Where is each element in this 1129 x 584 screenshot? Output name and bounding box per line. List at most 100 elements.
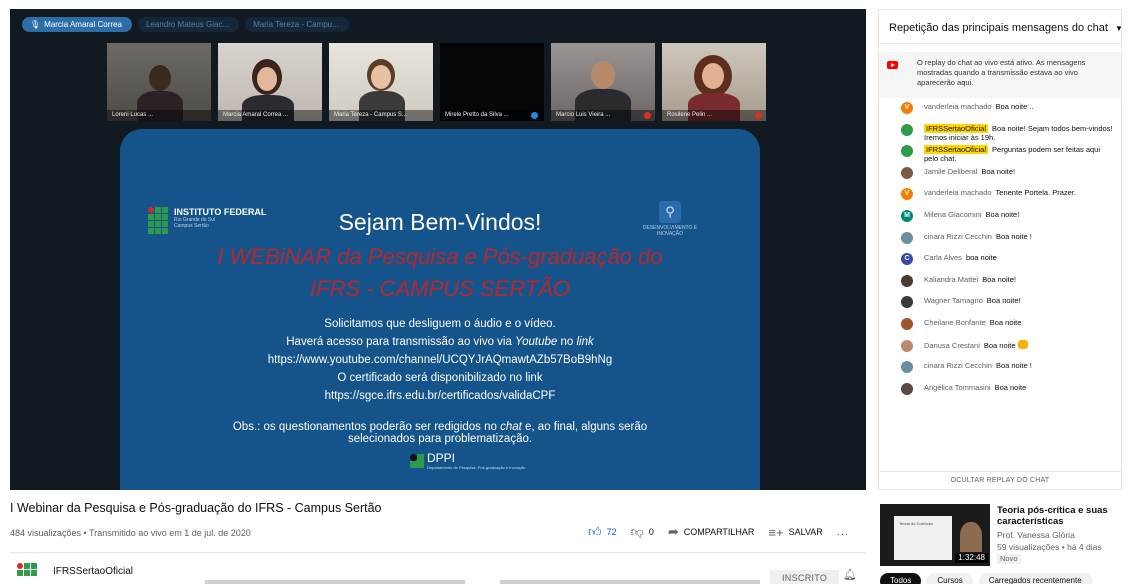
participant-tile[interactable]: Rosilene Pelin ...: [662, 43, 766, 121]
chat-author[interactable]: IFRSSertaoOficial: [924, 145, 989, 155]
participant-chip-label: Leandro Mateus Giac...: [145, 20, 230, 29]
participant-chip[interactable]: Leandro Mateus Giac...: [137, 17, 240, 32]
chat-message: IFRSSertaoOficial Perguntas podem ser fei…: [879, 145, 1121, 167]
chat-message: Cheilane Bonfante Boa noite: [879, 317, 1121, 340]
chat-message: IFRSSertaoOficial Boa noite! Sejam todos …: [879, 123, 1121, 146]
mic-icon: 🎙: [30, 20, 41, 29]
chat-avatar[interactable]: V: [901, 188, 913, 201]
slide-line: O certificado será disponibilizado no li…: [337, 372, 543, 384]
chat-author[interactable]: Milena Giacomini: [924, 210, 982, 219]
chat-avatar[interactable]: [901, 166, 913, 179]
chat-author[interactable]: Danusa Crestani: [924, 341, 980, 350]
participant-chip[interactable]: Maria Tereza - Campu...: [245, 17, 349, 32]
scrollbar-thumb[interactable]: [205, 580, 465, 584]
chat-author[interactable]: vanderleia machado: [924, 102, 992, 111]
save-button[interactable]: ≡+ SALVAR: [768, 525, 822, 540]
video-actions: 👍︎ 72 👎︎ 0 ➦ COMPARTILHAR ≡+ SALVAR ...: [588, 524, 849, 540]
chat-message: Vvanderleia machado Boa noite ..: [879, 102, 1121, 124]
chat-message-text: Boa noite!: [986, 296, 1021, 306]
participant-tile[interactable]: Maria Tereza - Campus S...: [329, 43, 433, 121]
participant-tile[interactable]: Marcio Luis Vieira ...: [551, 43, 655, 121]
chat-avatar[interactable]: [901, 123, 913, 136]
youtube-watch-page: 🎙 Marcia Amaral Correa Leandro Mateus Gi…: [0, 0, 1129, 584]
chat-message: Wagner Tamagno Boa noite!: [879, 296, 1121, 318]
share-arrow-icon: ➦: [667, 524, 679, 539]
chat-avatar[interactable]: C: [901, 253, 913, 266]
scrollbar-thumb[interactable]: [500, 580, 760, 584]
chat-message-text: Tenente Portela. Prazer.: [995, 188, 1077, 198]
divider: [10, 552, 866, 553]
chat-avatar[interactable]: [901, 145, 913, 158]
hide-chat-replay-button[interactable]: OCULTAR REPLAY DO CHAT: [879, 471, 1121, 489]
chat-author[interactable]: Cheilane Bonfante: [924, 318, 986, 327]
chat-author[interactable]: Carla Alves: [924, 253, 962, 262]
chat-message: cinara Rizzi Cecchin Boa noite !: [879, 231, 1121, 254]
chat-message: Vvanderleia machado Tenente Portela. Praz…: [879, 188, 1121, 210]
participant-chip[interactable]: 🎙 Marcia Amaral Correa: [22, 17, 132, 32]
chat-author[interactable]: IFRSSertaoOficial: [924, 123, 989, 133]
share-button[interactable]: ➦ COMPARTILHAR: [668, 524, 755, 540]
related-video-meta: 59 visualizações • há 4 dias: [997, 542, 1102, 552]
bell-icon[interactable]: 🔔︎: [843, 568, 857, 581]
chat-message-text: Boa noite: [994, 382, 1027, 392]
chat-avatar[interactable]: V: [901, 102, 913, 114]
channel-avatar[interactable]: [17, 563, 39, 577]
tile-name-label: Marcia Amaral Correa ...: [218, 110, 322, 121]
video-player[interactable]: 🎙 Marcia Amaral Correa Leandro Mateus Gi…: [10, 9, 866, 490]
chat-author[interactable]: cinara Rizzi Cecchin: [924, 232, 992, 241]
chat-avatar[interactable]: [901, 274, 913, 287]
chat-author[interactable]: cinara Rizzi Cecchin: [924, 361, 992, 370]
caret-down-icon: ▼: [1115, 24, 1121, 33]
chat-author[interactable]: vanderleia machado: [924, 188, 992, 197]
participant-figure: [702, 63, 724, 89]
participant-tile[interactable]: Marcia Amaral Correa ...: [218, 43, 322, 121]
speaking-icon: [531, 112, 538, 119]
chat-author[interactable]: Jamile Deliberal: [924, 167, 977, 176]
slide-obs: Obs.: os questionamentos poderão ser red…: [232, 421, 648, 445]
chat-author[interactable]: Angélica Tommasini: [924, 383, 991, 392]
chat-message-text: Boa noite!: [982, 274, 1016, 284]
like-count: 72: [606, 527, 617, 537]
participant-tile[interactable]: Mirele Pretto da Silva ...: [440, 43, 544, 121]
slide-link: https://sgce.ifrs.edu.br/certificados/va…: [324, 390, 556, 402]
clapping-hands-icon: [1017, 339, 1028, 349]
chat-avatar[interactable]: [901, 382, 913, 395]
dislike-button[interactable]: 👎︎ 0: [631, 524, 654, 540]
tile-name-label: Rosilene Pelin ...: [662, 110, 766, 121]
chat-message-text: Boa noite!: [981, 166, 1016, 176]
more-actions-button[interactable]: ...: [837, 526, 849, 538]
slide-line: Haverá acesso para transmissão ao vivo v…: [286, 336, 594, 348]
participant-figure: [371, 65, 391, 89]
participant-chips: 🎙 Marcia Amaral Correa Leandro Mateus Gi…: [22, 17, 349, 32]
chat-avatar[interactable]: [901, 339, 913, 352]
related-video-thumbnail[interactable]: Teoria do Currículo 1:32:48: [880, 504, 990, 566]
chat-avatar[interactable]: [901, 231, 913, 244]
chat-author[interactable]: Wagner Tamagno: [924, 296, 983, 305]
share-label: COMPARTILHAR: [683, 527, 755, 537]
chat-message: Angélica Tommasini Boa noite: [879, 382, 1121, 405]
chat-avatar[interactable]: M: [901, 209, 913, 222]
chat-avatar[interactable]: [901, 296, 913, 309]
youtube-icon: [887, 61, 898, 69]
related-video-title[interactable]: Teoria pós-crítica e suas característica…: [997, 505, 1125, 527]
filter-chip-all[interactable]: Todos: [880, 573, 922, 584]
chat-message: Jamile Deliberal Boa noite!: [879, 166, 1121, 189]
participant-chip-label: Maria Tereza - Campu...: [253, 20, 339, 29]
thumbs-down-icon: 👎︎: [630, 524, 644, 539]
tile-name-label: Marcio Luis Vieira ...: [551, 110, 655, 121]
related-video-channel[interactable]: Prof. Vanessa Glória: [997, 530, 1075, 540]
chat-header-dropdown[interactable]: Repetição das principais mensagens do ch…: [879, 10, 1121, 44]
chat-avatar[interactable]: [901, 317, 913, 330]
chat-avatar[interactable]: [901, 361, 913, 374]
save-label: SALVAR: [788, 527, 823, 537]
filter-chip-courses[interactable]: Cursos: [927, 573, 973, 584]
chat-message: Kaliandra Mattei Boa noite!: [879, 274, 1121, 297]
muted-mic-icon: [755, 112, 762, 119]
channel-name[interactable]: IFRSSertaoOficial: [53, 566, 133, 577]
filter-chip-recent[interactable]: Carregados recentemente: [978, 573, 1092, 584]
participant-tile[interactable]: Loreni Lucas ...: [107, 43, 211, 121]
chat-author[interactable]: Kaliandra Mattei: [924, 275, 978, 284]
like-button[interactable]: 👍︎ 72: [588, 524, 617, 540]
participant-tiles: Loreni Lucas ... Marcia Amaral Correa ..…: [107, 43, 766, 121]
subscribe-button[interactable]: INSCRITO: [770, 570, 840, 584]
